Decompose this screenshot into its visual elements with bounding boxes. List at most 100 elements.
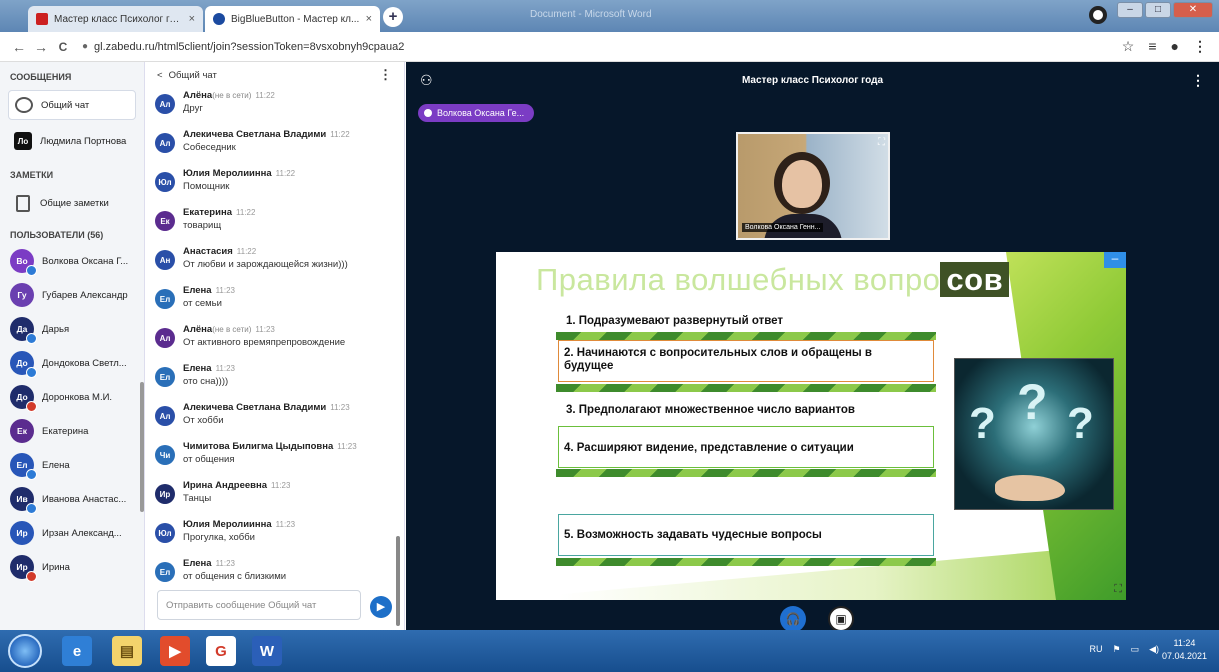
- taskbar-app-icon[interactable]: e: [62, 636, 92, 666]
- chat-header: < Общий чат ⋮: [145, 62, 404, 88]
- message-time: 11:22: [255, 91, 275, 100]
- options-menu-icon[interactable]: ⋮: [1191, 72, 1205, 89]
- user-list-item[interactable]: Ел Елена: [0, 448, 144, 482]
- message-body: Юлия Меролиинна 11:22 Помощник: [183, 166, 295, 192]
- fullscreen-icon[interactable]: ⛶: [878, 137, 885, 148]
- minimize-button[interactable]: –: [1117, 2, 1143, 18]
- message-time: 11:23: [330, 403, 350, 412]
- public-chat-item[interactable]: Общий чат: [8, 90, 136, 120]
- webcam-video[interactable]: ⛶ Волкова Оксана Генн...: [736, 132, 890, 240]
- chat-message: Ел Елена 11:23 от семьи: [145, 283, 404, 322]
- private-chat-item[interactable]: Ло Людмила Портнова: [8, 126, 136, 156]
- microphone-status-icon: [26, 333, 37, 344]
- sender-name: Елена: [183, 363, 212, 374]
- clock[interactable]: 11:24 07.04.2021: [1162, 637, 1207, 663]
- chat-bubble-icon: [15, 97, 33, 113]
- message-header: Юлия Меролиинна 11:23: [183, 519, 295, 530]
- sender-name: Юлия Меролиинна: [183, 168, 272, 179]
- avatar: Ло: [14, 132, 32, 150]
- avatar: Ив: [10, 487, 37, 514]
- flag-icon[interactable]: ⚑: [1112, 644, 1120, 655]
- user-name: Губарев Александр: [42, 289, 128, 301]
- question-mark-glyph: ?: [969, 399, 996, 448]
- minimize-presentation-button[interactable]: –: [1104, 252, 1126, 268]
- user-list-scrollbar[interactable]: [140, 382, 144, 512]
- hand-graphic: [995, 475, 1065, 501]
- message-text: От активного времяпрепровождение: [183, 337, 346, 348]
- fullscreen-slide-icon[interactable]: ⛶: [1114, 583, 1122, 596]
- browser-tab-1[interactable]: Мастер класс Психолог года 2о ×: [28, 6, 203, 32]
- rule-stripe: [556, 332, 936, 340]
- user-list-item[interactable]: Во Волкова Оксана Г...: [0, 244, 144, 278]
- user-list-item[interactable]: Ек Екатерина: [0, 414, 144, 448]
- screen-share-button[interactable]: ▣: [828, 606, 854, 630]
- chat-title[interactable]: Общий чат: [169, 70, 217, 81]
- browser-tab-2[interactable]: BigBlueButton - Мастер кл... ×: [205, 6, 380, 32]
- rule-text: 2. Начинаются с вопросительных слов и об…: [564, 347, 872, 372]
- message-body: Анастасия 11:22 От любви и зарождающейся ж…: [183, 244, 348, 270]
- media-control-icon[interactable]: ≡: [1148, 38, 1156, 55]
- taskbar-app-icon[interactable]: G: [206, 636, 236, 666]
- message-time: 11:22: [330, 130, 350, 139]
- microphone-status-icon: [26, 401, 37, 412]
- new-tab-button[interactable]: +: [383, 7, 403, 27]
- avatar: Ир: [10, 555, 37, 582]
- network-icon[interactable]: ▭: [1131, 644, 1140, 655]
- chat-options-icon[interactable]: ⋮: [379, 67, 392, 83]
- chat-message-input[interactable]: Отправить сообщение Общий чат: [157, 590, 361, 620]
- rule-item: 1. Подразумевают развернутый ответ: [566, 315, 784, 327]
- avatar: Ек: [10, 419, 34, 443]
- language-indicator[interactable]: RU: [1089, 644, 1102, 655]
- close-window-button[interactable]: ✕: [1173, 2, 1213, 18]
- reload-icon[interactable]: C: [52, 40, 74, 54]
- forward-icon[interactable]: →: [30, 39, 52, 55]
- close-tab-icon[interactable]: ×: [189, 13, 195, 25]
- talking-indicator: Волкова Оксана Ге...: [418, 104, 535, 122]
- avatar: Ел: [155, 562, 175, 582]
- close-tab-icon[interactable]: ×: [366, 13, 372, 25]
- avatar: Ал: [155, 133, 175, 153]
- url-field[interactable]: ● gl.zabedu.ru/html5client/join?sessionT…: [82, 41, 404, 53]
- user-list-panel: СООБЩЕНИЯ Общий чат Ло Людмила Портнова …: [0, 62, 145, 630]
- start-button[interactable]: [8, 634, 42, 668]
- taskbar-app-icon[interactable]: ▶: [160, 636, 190, 666]
- shared-notes-item[interactable]: Общие заметки: [8, 188, 136, 218]
- user-list-item[interactable]: До Дондокова Светл...: [0, 346, 144, 380]
- taskbar-app-icon[interactable]: W: [252, 636, 282, 666]
- browser-menu-icon[interactable]: ⋮: [1193, 38, 1207, 55]
- message-list: Ал Алёна(не в сети) 11:22 Друг Ал Алекичева С…: [145, 88, 404, 595]
- send-button[interactable]: ▶: [370, 596, 392, 618]
- user-list-item[interactable]: До Доронкова М.И.: [0, 380, 144, 414]
- volume-icon[interactable]: ◀): [1149, 644, 1159, 655]
- message-time: 11:23: [275, 520, 296, 529]
- url-text: gl.zabedu.ru/html5client/join?sessionTok…: [94, 40, 405, 53]
- rule-item: 3. Предполагают множественное число вари…: [566, 404, 855, 416]
- chat-scrollbar[interactable]: [396, 536, 400, 626]
- user-list-item[interactable]: Ир Ирзан Александ...: [0, 516, 144, 550]
- message-text: Танцы: [183, 493, 212, 504]
- chat-message: Ан Анастасия 11:22 От любви и зарождающейся…: [145, 244, 404, 283]
- microphone-status-icon: [26, 571, 37, 582]
- offline-label: (не в сети): [212, 91, 252, 100]
- user-list-item[interactable]: Да Дарья: [0, 312, 144, 346]
- message-body: Алёна(не в сети) 11:22 Друг: [183, 88, 275, 114]
- window-title: Document - Microsoft Word: [530, 9, 652, 20]
- user-name: Ирзан Александ...: [42, 527, 122, 539]
- back-icon[interactable]: ←: [8, 39, 30, 55]
- avatar: Ел: [155, 367, 175, 387]
- user-list-item[interactable]: Ир Ирина: [0, 550, 144, 584]
- message-time: 11:22: [275, 169, 296, 178]
- clock-time: 11:24: [1173, 638, 1196, 648]
- user-list-item[interactable]: Гу Губарев Александр: [0, 278, 144, 312]
- user-list-item[interactable]: Ив Иванова Анастас...: [0, 482, 144, 516]
- avatar: Гу: [10, 283, 34, 307]
- audio-headphones-button[interactable]: 🎧: [780, 606, 806, 630]
- account-icon[interactable]: ●: [1171, 38, 1179, 55]
- maximize-button[interactable]: □: [1145, 2, 1171, 18]
- chat-message: Чи Чимитова Билигма Цыдыповна 11:23 от обще…: [145, 439, 404, 478]
- private-chat-label: Людмила Портнова: [40, 135, 127, 147]
- bookmark-star-icon[interactable]: ☆: [1122, 38, 1135, 55]
- profile-icon[interactable]: [1089, 6, 1107, 24]
- taskbar-app-icon[interactable]: ▤: [112, 636, 142, 666]
- chat-back-icon[interactable]: <: [157, 70, 163, 81]
